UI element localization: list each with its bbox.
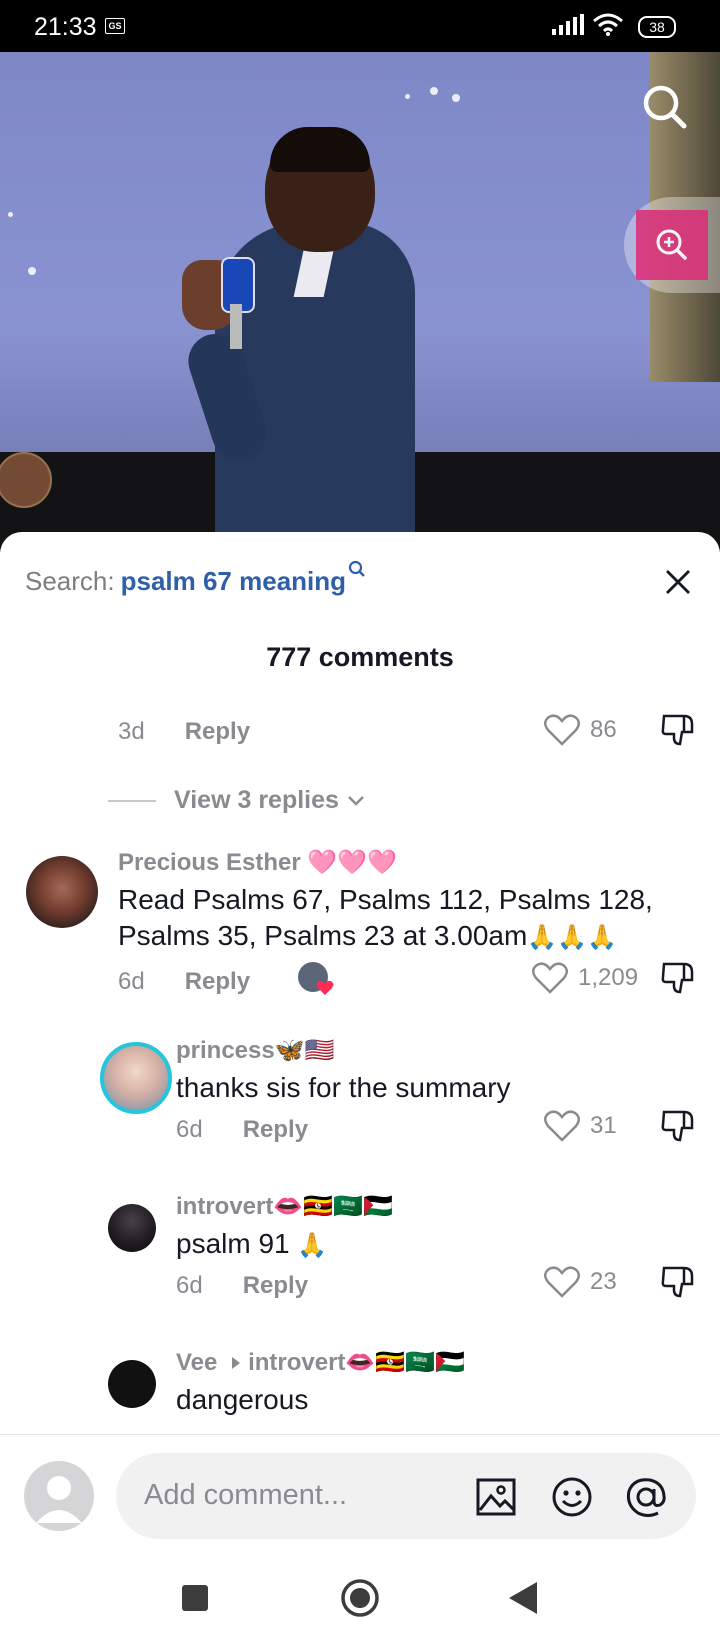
comment-placeholder: Add comment... bbox=[144, 1479, 348, 1511]
video-light bbox=[452, 94, 460, 102]
dislike-icon[interactable] bbox=[660, 960, 696, 996]
reply-arrow-icon bbox=[232, 1357, 241, 1369]
comment-text: thanks sis for the summary bbox=[176, 1072, 511, 1103]
reply-button[interactable]: Reply bbox=[243, 1116, 308, 1143]
heart-icon bbox=[532, 962, 568, 994]
close-icon[interactable] bbox=[660, 564, 696, 600]
like-button[interactable]: 23 bbox=[544, 1266, 617, 1298]
username-emoji: 🩷🩷🩷 bbox=[307, 849, 398, 876]
emoji-icon[interactable] bbox=[550, 1475, 594, 1519]
comment-text: Read Psalms 67, Psalms 112, Psalms 128, … bbox=[118, 882, 698, 956]
comment-input[interactable]: Add comment... bbox=[116, 1453, 696, 1539]
username-emoji: 👄🇺🇬🇸🇦🇵🇸 bbox=[345, 1349, 465, 1376]
reply-button[interactable]: Reply bbox=[185, 718, 250, 745]
avatar-placeholder-icon bbox=[36, 1476, 82, 1523]
comment-composer: Add comment... bbox=[0, 1434, 720, 1543]
comment-emoji: 🙏🙏🙏 bbox=[527, 924, 617, 951]
avatar[interactable] bbox=[108, 1204, 156, 1252]
back-icon[interactable] bbox=[507, 1580, 539, 1616]
dislike-icon[interactable] bbox=[660, 1108, 696, 1144]
system-nav-bar bbox=[0, 1545, 720, 1650]
comment-meta: 3d Reply bbox=[118, 718, 250, 746]
view-replies-button[interactable]: View 3 replies bbox=[108, 786, 365, 815]
video-light bbox=[28, 267, 36, 275]
video-player[interactable] bbox=[0, 52, 720, 552]
reply-button[interactable]: Reply bbox=[185, 968, 250, 995]
comment-meta: 6d Reply bbox=[176, 1116, 308, 1144]
view-replies-label: View 3 replies bbox=[174, 786, 339, 814]
wifi-icon bbox=[593, 13, 623, 36]
status-bar: 21:33 GS 38 bbox=[0, 0, 720, 52]
username-text: princess bbox=[176, 1037, 275, 1064]
dislike-icon[interactable] bbox=[660, 712, 696, 748]
search-small-icon bbox=[348, 560, 365, 577]
comment-text: dangerous bbox=[176, 1384, 309, 1415]
video-light bbox=[8, 212, 13, 217]
comment-meta: 6d Reply bbox=[118, 968, 250, 996]
comment-body: psalm 91 bbox=[176, 1228, 290, 1259]
comment-meta: 6d Reply bbox=[176, 1272, 308, 1300]
search-query-link[interactable]: psalm 67 meaning bbox=[121, 566, 346, 596]
signal-icon bbox=[552, 14, 584, 35]
like-count: 31 bbox=[590, 1112, 617, 1139]
username-text: Precious Esther bbox=[118, 849, 301, 876]
avatar[interactable] bbox=[100, 1042, 172, 1114]
zoom-in-icon[interactable] bbox=[636, 210, 708, 280]
reply-to-username[interactable]: introvert bbox=[248, 1349, 345, 1376]
search-suggestion[interactable]: Search: psalm 67 meaning bbox=[25, 560, 365, 597]
reply-button[interactable]: Reply bbox=[243, 1272, 308, 1299]
comments-list[interactable]: 3d Reply 86 View 3 replies Precious Esthe… bbox=[0, 692, 720, 1467]
like-button[interactable]: 1,209 bbox=[532, 962, 638, 994]
avatar[interactable] bbox=[108, 1360, 156, 1408]
my-avatar[interactable] bbox=[24, 1461, 94, 1531]
image-icon[interactable] bbox=[474, 1475, 518, 1519]
like-button[interactable]: 86 bbox=[544, 714, 617, 746]
heart-icon bbox=[544, 714, 580, 746]
comment-username[interactable]: Vee introvert👄🇺🇬🇸🇦🇵🇸 bbox=[176, 1348, 465, 1377]
microphone-handle bbox=[230, 304, 242, 349]
battery-icon: 38 bbox=[638, 16, 676, 38]
username-emoji: 👄🇺🇬🇸🇦🇵🇸 bbox=[273, 1193, 393, 1220]
comment-time: 3d bbox=[118, 718, 145, 745]
like-count: 1,209 bbox=[578, 964, 639, 991]
comment-text: psalm 91 🙏 bbox=[176, 1226, 327, 1264]
gs-icon: GS bbox=[105, 18, 125, 34]
mention-icon[interactable] bbox=[624, 1475, 668, 1519]
recent-apps-icon[interactable] bbox=[180, 1583, 210, 1613]
heart-icon bbox=[316, 980, 334, 995]
dislike-icon[interactable] bbox=[660, 1264, 696, 1300]
comment-username[interactable]: Precious Esther 🩷🩷🩷 bbox=[118, 848, 397, 877]
username-text: introvert bbox=[176, 1193, 274, 1220]
like-count: 86 bbox=[590, 716, 617, 743]
chevron-down-icon bbox=[348, 795, 364, 806]
heart-icon bbox=[544, 1266, 580, 1298]
comments-count: 777 comments bbox=[266, 642, 454, 672]
search-icon[interactable] bbox=[640, 82, 690, 132]
like-count: 23 bbox=[590, 1268, 617, 1295]
comment-username[interactable]: princess🦋🇺🇸 bbox=[176, 1036, 334, 1065]
like-button[interactable]: 31 bbox=[544, 1110, 617, 1142]
comment-emoji: 🙏 bbox=[297, 1232, 328, 1259]
username-emoji: 🦋🇺🇸 bbox=[274, 1037, 335, 1064]
video-light bbox=[405, 94, 410, 99]
video-person-hair bbox=[270, 127, 370, 172]
comment-username[interactable]: introvert👄🇺🇬🇸🇦🇵🇸 bbox=[176, 1192, 393, 1221]
video-light bbox=[430, 87, 438, 95]
status-time: 21:33 bbox=[34, 13, 97, 41]
comment-time: 6d bbox=[118, 968, 145, 995]
username-text: Vee bbox=[176, 1349, 218, 1376]
comment-time: 6d bbox=[176, 1272, 203, 1299]
home-icon[interactable] bbox=[340, 1578, 380, 1618]
divider-line bbox=[108, 799, 156, 802]
heart-icon bbox=[544, 1110, 580, 1142]
avatar[interactable] bbox=[26, 856, 98, 928]
comment-time: 6d bbox=[176, 1116, 203, 1143]
search-label: Search: bbox=[25, 566, 115, 596]
